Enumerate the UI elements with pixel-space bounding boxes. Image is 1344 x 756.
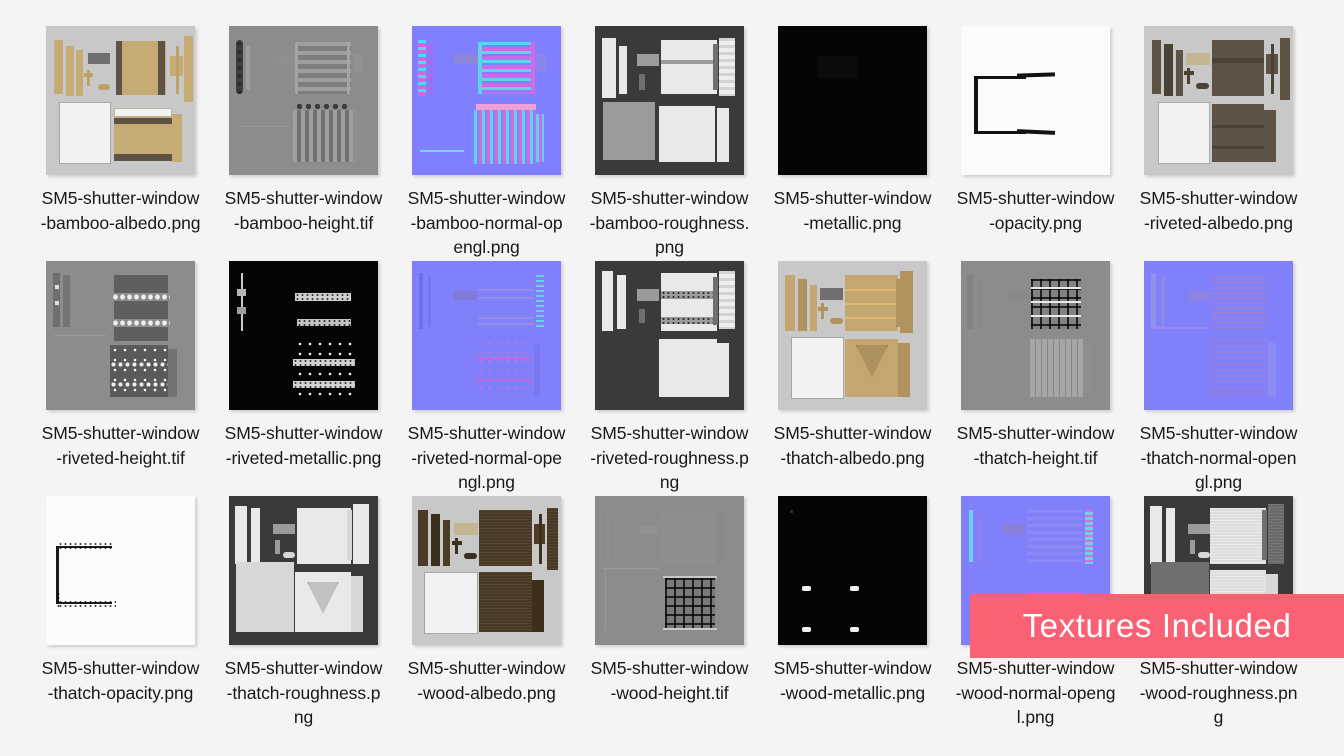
texture-thumbnail-thatch-albedo[interactable] [778,261,927,410]
thumbnail-image [46,496,195,645]
texture-filename-label: SM5-shutter-window-metallic.png [773,188,932,233]
texture-thumbnail-bamboo-normal[interactable] [412,26,561,175]
thumbnail-image [1144,261,1293,410]
texture-cell[interactable]: SM5-shutter-window-thatch-roughness.png [212,496,395,746]
texture-filename-label: SM5-shutter-window-riveted-roughness.png [590,423,749,492]
texture-cell[interactable]: SM5-shutter-window-riveted-roughness.png [578,261,761,496]
thumbnail-image [229,26,378,175]
texture-cell[interactable]: SM5-shutter-window-bamboo-roughness.png [578,26,761,261]
texture-thumbnail-metallic[interactable] [778,26,927,175]
texture-cell[interactable]: SM5-shutter-window-thatch-albedo.png [761,261,944,496]
texture-thumbnail-wood-metallic[interactable] [778,496,927,645]
texture-cell[interactable]: SM5-shutter-window-wood-metallic.png [761,496,944,746]
texture-cell[interactable]: SM5-shutter-window-wood-height.tif [578,496,761,746]
texture-thumbnail-bamboo-albedo[interactable] [46,26,195,175]
texture-cell[interactable]: SM5-shutter-window-bamboo-albedo.png [29,26,212,261]
texture-thumbnail-riveted-roughness[interactable] [595,261,744,410]
texture-thumbnail-wood-albedo[interactable] [412,496,561,645]
texture-thumbnail-thatch-normal[interactable] [1144,261,1293,410]
texture-filename-label: SM5-shutter-window-thatch-normal-opengl.… [1139,423,1298,492]
texture-cell[interactable]: SM5-shutter-window-opacity.png [944,26,1127,261]
texture-cell[interactable]: SM5-shutter-window-wood-albedo.png [395,496,578,746]
texture-filename-label: SM5-shutter-window-wood-height.tif [590,658,749,703]
thumbnail-image [412,496,561,645]
texture-thumbnail-thatch-opacity[interactable] [46,496,195,645]
texture-thumbnail-riveted-normal[interactable] [412,261,561,410]
thumbnail-image [46,261,195,410]
banner-label: Textures Included [1022,607,1292,644]
texture-filename-label: SM5-shutter-window-riveted-metallic.png [224,423,383,468]
texture-cell[interactable]: SM5-shutter-window-bamboo-normal-opengl.… [395,26,578,261]
texture-filename-label: SM5-shutter-window-wood-metallic.png [773,658,932,703]
texture-thumbnail-bamboo-height[interactable] [229,26,378,175]
thumbnail-image [412,261,561,410]
texture-thumbnail-riveted-metallic[interactable] [229,261,378,410]
texture-filename-label: SM5-shutter-window-thatch-albedo.png [773,423,932,468]
texture-thumbnail-wood-height[interactable] [595,496,744,645]
thumbnail-image [961,261,1110,410]
texture-thumbnail-opacity[interactable] [961,26,1110,175]
texture-filename-label: SM5-shutter-window-thatch-opacity.png [41,658,200,703]
texture-thumbnail-riveted-albedo[interactable] [1144,26,1293,175]
texture-cell[interactable]: SM5-shutter-window-riveted-height.tif [29,261,212,496]
texture-filename-label: SM5-shutter-window-bamboo-normal-opengl.… [407,188,566,257]
texture-filename-label: SM5-shutter-window-bamboo-albedo.png [40,188,201,233]
thumbnail-image [595,496,744,645]
thumbnail-image [412,26,561,175]
texture-cell[interactable]: SM5-shutter-window-thatch-opacity.png [29,496,212,746]
texture-cell[interactable]: SM5-shutter-window-riveted-normal-opengl… [395,261,578,496]
texture-filename-label: SM5-shutter-window-bamboo-height.tif [224,188,383,233]
thumbnail-image [778,496,927,645]
texture-cell[interactable]: SM5-shutter-window-bamboo-height.tif [212,26,395,261]
texture-filename-label: SM5-shutter-window-riveted-normal-opengl… [407,423,566,492]
texture-filename-label: SM5-shutter-window-riveted-height.tif [41,423,200,468]
texture-filename-label: SM5-shutter-window-riveted-albedo.png [1139,188,1298,233]
thumbnail-image [778,26,927,175]
thumbnail-image [778,261,927,410]
texture-filename-label: SM5-shutter-window-bamboo-roughness.png [589,188,750,257]
texture-cell[interactable]: SM5-shutter-window-riveted-metallic.png [212,261,395,496]
texture-cell[interactable]: SM5-shutter-window-thatch-normal-opengl.… [1127,261,1310,496]
thumbnail-image [229,261,378,410]
thumbnail-image [595,261,744,410]
texture-filename-label: SM5-shutter-window-thatch-height.tif [956,423,1115,468]
texture-filename-label: SM5-shutter-window-wood-roughness.png [1139,658,1298,727]
texture-thumbnail-thatch-height[interactable] [961,261,1110,410]
thumbnail-image [1144,26,1293,175]
textures-included-banner: Textures Included [970,594,1344,658]
thumbnail-image [229,496,378,645]
thumbnail-image [46,26,195,175]
texture-filename-label: SM5-shutter-window-thatch-roughness.png [224,658,383,727]
texture-cell[interactable]: SM5-shutter-window-thatch-height.tif [944,261,1127,496]
texture-cell[interactable]: SM5-shutter-window-metallic.png [761,26,944,261]
thumbnail-image [595,26,744,175]
texture-thumbnail-thatch-roughness[interactable] [229,496,378,645]
texture-filename-label: SM5-shutter-window-wood-normal-opengl.pn… [955,658,1116,727]
texture-filename-label: SM5-shutter-window-wood-albedo.png [407,658,566,703]
thumbnail-image [961,26,1110,175]
texture-thumbnail-riveted-height[interactable] [46,261,195,410]
texture-filename-label: SM5-shutter-window-opacity.png [956,188,1115,233]
texture-thumbnail-bamboo-roughness[interactable] [595,26,744,175]
texture-cell[interactable]: SM5-shutter-window-riveted-albedo.png [1127,26,1310,261]
